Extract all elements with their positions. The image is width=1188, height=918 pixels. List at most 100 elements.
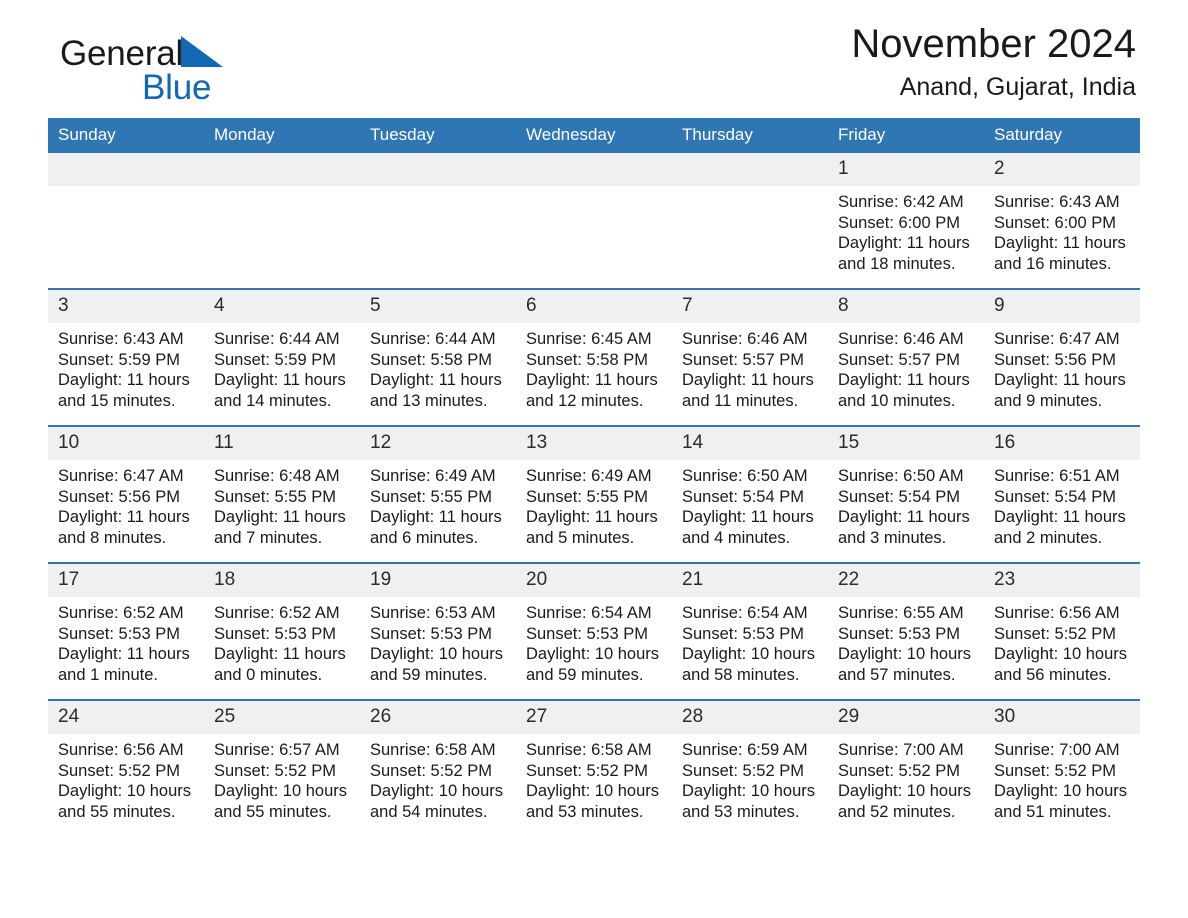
day-cell[interactable]: 17 Sunrise: 6:52 AM Sunset: 5:53 PM Dayl…	[48, 562, 204, 700]
weekday-header-tuesday: Tuesday	[360, 118, 516, 153]
day-cell[interactable]: 28 Sunrise: 6:59 AM Sunset: 5:52 PM Dayl…	[672, 699, 828, 836]
logo-word-general: General	[60, 34, 184, 73]
day-number: 16	[984, 427, 1140, 460]
day-number	[360, 153, 516, 186]
daylight-text: Daylight: 11 hours and 2 minutes.	[994, 508, 1126, 547]
sunrise-text: Sunrise: 6:56 AM	[58, 741, 184, 759]
day-number: 13	[516, 427, 672, 460]
daylight-text: Daylight: 10 hours and 54 minutes.	[370, 782, 503, 821]
sunset-text: Sunset: 5:54 PM	[682, 487, 804, 506]
day-cell[interactable]: 18 Sunrise: 6:52 AM Sunset: 5:53 PM Dayl…	[204, 562, 360, 700]
day-info: Sunrise: 6:58 AM Sunset: 5:52 PM Dayligh…	[360, 734, 516, 822]
day-info: Sunrise: 6:51 AM Sunset: 5:54 PM Dayligh…	[984, 460, 1140, 548]
sunset-text: Sunset: 5:56 PM	[994, 350, 1116, 369]
page-header: General Blue November 2024 Anand, Gujara…	[48, 0, 1140, 110]
sunset-text: Sunset: 5:52 PM	[994, 624, 1116, 643]
sunrise-text: Sunrise: 7:00 AM	[838, 741, 964, 759]
daylight-text: Daylight: 11 hours and 4 minutes.	[682, 508, 814, 547]
day-cell[interactable]: 8 Sunrise: 6:46 AM Sunset: 5:57 PM Dayli…	[828, 288, 984, 426]
sunset-text: Sunset: 5:52 PM	[370, 761, 492, 780]
day-info: Sunrise: 7:00 AM Sunset: 5:52 PM Dayligh…	[828, 734, 984, 822]
sunrise-text: Sunrise: 6:52 AM	[214, 604, 340, 622]
sunset-text: Sunset: 5:57 PM	[838, 350, 960, 369]
calendar-body: 1 Sunrise: 6:42 AM Sunset: 6:00 PM Dayli…	[48, 153, 1140, 836]
day-cell[interactable]: 5 Sunrise: 6:44 AM Sunset: 5:58 PM Dayli…	[360, 288, 516, 426]
sunrise-text: Sunrise: 6:54 AM	[526, 604, 652, 622]
day-cell[interactable]: 4 Sunrise: 6:44 AM Sunset: 5:59 PM Dayli…	[204, 288, 360, 426]
sunrise-text: Sunrise: 6:53 AM	[370, 604, 496, 622]
day-cell[interactable]: 23 Sunrise: 6:56 AM Sunset: 5:52 PM Dayl…	[984, 562, 1140, 700]
day-info: Sunrise: 6:50 AM Sunset: 5:54 PM Dayligh…	[672, 460, 828, 548]
sunrise-text: Sunrise: 6:58 AM	[370, 741, 496, 759]
day-cell[interactable]: 30 Sunrise: 7:00 AM Sunset: 5:52 PM Dayl…	[984, 699, 1140, 836]
day-number: 26	[360, 701, 516, 734]
day-cell[interactable]: 2 Sunrise: 6:43 AM Sunset: 6:00 PM Dayli…	[984, 153, 1140, 289]
sunrise-text: Sunrise: 6:51 AM	[994, 467, 1120, 485]
day-cell[interactable]: 15 Sunrise: 6:50 AM Sunset: 5:54 PM Dayl…	[828, 425, 984, 563]
day-number: 14	[672, 427, 828, 460]
day-number: 9	[984, 290, 1140, 323]
day-number: 30	[984, 701, 1140, 734]
day-cell[interactable]: 22 Sunrise: 6:55 AM Sunset: 5:53 PM Dayl…	[828, 562, 984, 700]
sunrise-text: Sunrise: 6:49 AM	[370, 467, 496, 485]
sunset-text: Sunset: 5:52 PM	[994, 761, 1116, 780]
sunset-text: Sunset: 5:53 PM	[526, 624, 648, 643]
day-info: Sunrise: 6:50 AM Sunset: 5:54 PM Dayligh…	[828, 460, 984, 548]
day-cell[interactable]: 11 Sunrise: 6:48 AM Sunset: 5:55 PM Dayl…	[204, 425, 360, 563]
day-cell[interactable]: 27 Sunrise: 6:58 AM Sunset: 5:52 PM Dayl…	[516, 699, 672, 836]
day-cell[interactable]: 1 Sunrise: 6:42 AM Sunset: 6:00 PM Dayli…	[828, 153, 984, 289]
day-number: 8	[828, 290, 984, 323]
title-block: November 2024 Anand, Gujarat, India	[851, 22, 1136, 102]
day-cell[interactable]: 12 Sunrise: 6:49 AM Sunset: 5:55 PM Dayl…	[360, 425, 516, 563]
sunrise-text: Sunrise: 6:47 AM	[994, 330, 1120, 348]
day-number: 18	[204, 564, 360, 597]
day-cell[interactable]: 26 Sunrise: 6:58 AM Sunset: 5:52 PM Dayl…	[360, 699, 516, 836]
day-cell[interactable]: 16 Sunrise: 6:51 AM Sunset: 5:54 PM Dayl…	[984, 425, 1140, 563]
day-cell[interactable]: 19 Sunrise: 6:53 AM Sunset: 5:53 PM Dayl…	[360, 562, 516, 700]
day-info: Sunrise: 6:54 AM Sunset: 5:53 PM Dayligh…	[516, 597, 672, 685]
day-info: Sunrise: 6:45 AM Sunset: 5:58 PM Dayligh…	[516, 323, 672, 411]
sunrise-text: Sunrise: 7:00 AM	[994, 741, 1120, 759]
weekday-header-thursday: Thursday	[672, 118, 828, 153]
daylight-text: Daylight: 11 hours and 9 minutes.	[994, 371, 1126, 410]
general-blue-logo: General Blue	[60, 34, 380, 114]
day-cell[interactable]: 24 Sunrise: 6:56 AM Sunset: 5:52 PM Dayl…	[48, 699, 204, 836]
calendar-week-row: 1 Sunrise: 6:42 AM Sunset: 6:00 PM Dayli…	[48, 153, 1140, 289]
day-number: 24	[48, 701, 204, 734]
sunset-text: Sunset: 6:00 PM	[838, 213, 960, 232]
day-cell[interactable]: 20 Sunrise: 6:54 AM Sunset: 5:53 PM Dayl…	[516, 562, 672, 700]
day-number: 10	[48, 427, 204, 460]
sunset-text: Sunset: 5:52 PM	[838, 761, 960, 780]
day-info: Sunrise: 6:55 AM Sunset: 5:53 PM Dayligh…	[828, 597, 984, 685]
daylight-text: Daylight: 11 hours and 6 minutes.	[370, 508, 502, 547]
daylight-text: Daylight: 10 hours and 52 minutes.	[838, 782, 971, 821]
day-cell[interactable]: 6 Sunrise: 6:45 AM Sunset: 5:58 PM Dayli…	[516, 288, 672, 426]
sunset-text: Sunset: 5:58 PM	[526, 350, 648, 369]
day-cell[interactable]: 25 Sunrise: 6:57 AM Sunset: 5:52 PM Dayl…	[204, 699, 360, 836]
daylight-text: Daylight: 10 hours and 53 minutes.	[526, 782, 659, 821]
day-number: 28	[672, 701, 828, 734]
weekday-header-friday: Friday	[828, 118, 984, 153]
sunset-text: Sunset: 5:53 PM	[214, 624, 336, 643]
day-cell[interactable]: 29 Sunrise: 7:00 AM Sunset: 5:52 PM Dayl…	[828, 699, 984, 836]
sunset-text: Sunset: 5:57 PM	[682, 350, 804, 369]
sunset-text: Sunset: 5:54 PM	[994, 487, 1116, 506]
day-info: Sunrise: 6:47 AM Sunset: 5:56 PM Dayligh…	[984, 323, 1140, 411]
sunset-text: Sunset: 5:59 PM	[58, 350, 180, 369]
day-info: Sunrise: 6:58 AM Sunset: 5:52 PM Dayligh…	[516, 734, 672, 822]
page-title: November 2024	[851, 22, 1136, 66]
calendar-page: General Blue November 2024 Anand, Gujara…	[0, 0, 1188, 918]
daylight-text: Daylight: 11 hours and 3 minutes.	[838, 508, 970, 547]
day-info: Sunrise: 6:42 AM Sunset: 6:00 PM Dayligh…	[828, 186, 984, 274]
day-cell[interactable]: 10 Sunrise: 6:47 AM Sunset: 5:56 PM Dayl…	[48, 425, 204, 563]
sunrise-text: Sunrise: 6:59 AM	[682, 741, 808, 759]
day-cell[interactable]: 7 Sunrise: 6:46 AM Sunset: 5:57 PM Dayli…	[672, 288, 828, 426]
sunrise-text: Sunrise: 6:56 AM	[994, 604, 1120, 622]
day-cell[interactable]: 14 Sunrise: 6:50 AM Sunset: 5:54 PM Dayl…	[672, 425, 828, 563]
sunrise-text: Sunrise: 6:52 AM	[58, 604, 184, 622]
day-cell[interactable]: 9 Sunrise: 6:47 AM Sunset: 5:56 PM Dayli…	[984, 288, 1140, 426]
day-cell[interactable]: 3 Sunrise: 6:43 AM Sunset: 5:59 PM Dayli…	[48, 288, 204, 426]
day-cell[interactable]: 13 Sunrise: 6:49 AM Sunset: 5:55 PM Dayl…	[516, 425, 672, 563]
day-number: 1	[828, 153, 984, 186]
day-cell[interactable]: 21 Sunrise: 6:54 AM Sunset: 5:53 PM Dayl…	[672, 562, 828, 700]
